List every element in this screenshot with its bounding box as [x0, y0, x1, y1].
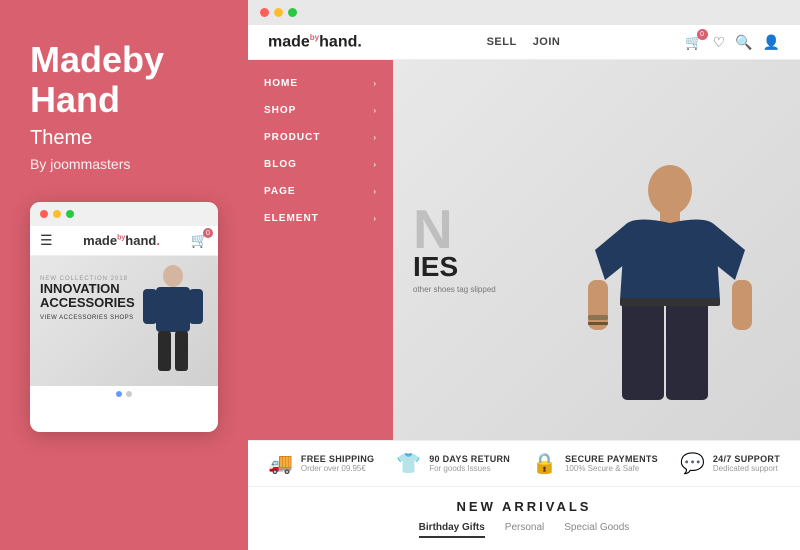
sidebar-arrow-blog: ›	[373, 160, 377, 169]
mobile-hero: NEW COLLECTION 2018 INNOVATION ACCESSORI…	[30, 256, 218, 386]
sidebar-item-home[interactable]: HOME ›	[248, 70, 393, 97]
hero-section: N IES other shoes tag slipped	[393, 60, 800, 440]
features-bar: 🚚 Free Shipping Order over 09.95€ 👕 90 D…	[248, 440, 800, 486]
sidebar-arrow-shop: ›	[373, 106, 377, 115]
support-icon: 💬	[680, 451, 705, 476]
hero-person	[570, 60, 770, 440]
site-logo: madebyhand.	[268, 33, 362, 51]
hero-sub-text: other shoes tag slipped	[413, 285, 496, 294]
site-header: madebyhand. SELL JOIN 🛒 0 ♡ 🔍 👤	[248, 25, 800, 60]
brand-subtitle: Theme	[30, 127, 218, 150]
feature-payments-text: Secure Payments 100% Secure & Safe	[565, 454, 658, 473]
mobile-logo-sup: by	[117, 235, 125, 242]
brand-title: Madeby Hand	[30, 40, 218, 119]
browser-dot-yellow	[274, 8, 283, 17]
shipping-icon: 🚚	[268, 451, 293, 476]
sidebar-item-page[interactable]: PAGE ›	[248, 178, 393, 205]
tab-birthday-gifts[interactable]: Birthday Gifts	[419, 522, 485, 538]
tab-personal[interactable]: Personal	[505, 522, 544, 538]
hamburger-icon: ☰	[40, 232, 53, 249]
wishlist-icon[interactable]: ♡	[713, 34, 726, 51]
mobile-hero-figure	[138, 261, 208, 381]
site-nav: SELL JOIN	[487, 36, 561, 48]
sidebar-arrow-page: ›	[373, 187, 377, 196]
feature-shipping: 🚚 Free Shipping Order over 09.95€	[268, 451, 374, 476]
sidebar-item-element[interactable]: ELEMENT ›	[248, 205, 393, 232]
cart-icon[interactable]: 🛒 0	[685, 34, 702, 51]
dot-red	[40, 210, 48, 218]
mobile-slide-dots	[30, 386, 218, 402]
feature-payments: 🔒 Secure Payments 100% Secure & Safe	[532, 451, 658, 476]
return-icon: 👕	[396, 451, 421, 476]
new-arrivals-section: NEW ARRIVALS Birthday Gifts Personal Spe…	[248, 486, 800, 550]
account-icon[interactable]: 👤	[763, 34, 780, 51]
dot-yellow	[53, 210, 61, 218]
hero-big-n: N	[413, 206, 496, 253]
browser-chrome	[248, 0, 800, 25]
browser-dot-red	[260, 8, 269, 17]
cart-badge: 0	[697, 29, 708, 40]
sidebar-arrow-home: ›	[373, 79, 377, 88]
nav-join[interactable]: JOIN	[533, 36, 561, 48]
hero-text-overlay: N IES other shoes tag slipped	[413, 206, 496, 294]
sidebar-item-shop[interactable]: SHOP ›	[248, 97, 393, 124]
arrivals-tabs: Birthday Gifts Personal Special Goods	[268, 522, 780, 538]
mobile-hero-title: INNOVATION ACCESSORIES	[40, 282, 135, 311]
sidebar-item-product[interactable]: PRODUCT ›	[248, 124, 393, 151]
feature-return-text: 90 Days Return For goods Issues	[429, 454, 510, 473]
mobile-preview-card: ☰ madebyhand. 🛒 0 NEW COLLECTION 2018 IN…	[30, 202, 218, 432]
slide-dot-1	[116, 391, 122, 397]
mobile-cart-icon: 🛒 0	[191, 232, 208, 249]
slide-dot-2	[126, 391, 132, 397]
new-arrivals-title: NEW ARRIVALS	[268, 499, 780, 514]
right-panel: madebyhand. SELL JOIN 🛒 0 ♡ 🔍 👤 HOM	[248, 0, 800, 550]
brand-by: By joommasters	[30, 156, 218, 172]
main-area: HOME › SHOP › PRODUCT › BLOG › PAGE ›	[248, 60, 800, 440]
left-panel: Madeby Hand Theme By joommasters ☰ madeb…	[0, 0, 248, 550]
sidebar-item-blog[interactable]: BLOG ›	[248, 151, 393, 178]
mobile-hero-link[interactable]: VIEW ACCESSORIES SHOPS	[40, 315, 135, 321]
feature-support-text: 24/7 Support Dedicated support	[713, 454, 780, 473]
payments-icon: 🔒	[532, 451, 557, 476]
mobile-logo: madebyhand.	[83, 233, 160, 248]
feature-support: 💬 24/7 Support Dedicated support	[680, 451, 780, 476]
search-icon[interactable]: 🔍	[735, 34, 752, 51]
site-logo-sup: by	[310, 33, 319, 42]
sidebar-arrow-element: ›	[373, 214, 377, 223]
mobile-top-bar	[30, 202, 218, 226]
browser-content: madebyhand. SELL JOIN 🛒 0 ♡ 🔍 👤 HOM	[248, 25, 800, 550]
nav-sell[interactable]: SELL	[487, 36, 517, 48]
mobile-header: ☰ madebyhand. 🛒 0	[30, 226, 218, 256]
site-header-icons: 🛒 0 ♡ 🔍 👤	[685, 34, 780, 51]
sidebar-arrow-product: ›	[373, 133, 377, 142]
sidebar: HOME › SHOP › PRODUCT › BLOG › PAGE ›	[248, 60, 393, 440]
tab-special-goods[interactable]: Special Goods	[564, 522, 629, 538]
dot-green	[66, 210, 74, 218]
mobile-cart-badge: 0	[203, 228, 213, 238]
browser-dot-green	[288, 8, 297, 17]
feature-shipping-text: Free Shipping Order over 09.95€	[301, 454, 374, 473]
mobile-hero-text: NEW COLLECTION 2018 INNOVATION ACCESSORI…	[40, 276, 135, 321]
feature-return: 👕 90 Days Return For goods Issues	[396, 451, 510, 476]
